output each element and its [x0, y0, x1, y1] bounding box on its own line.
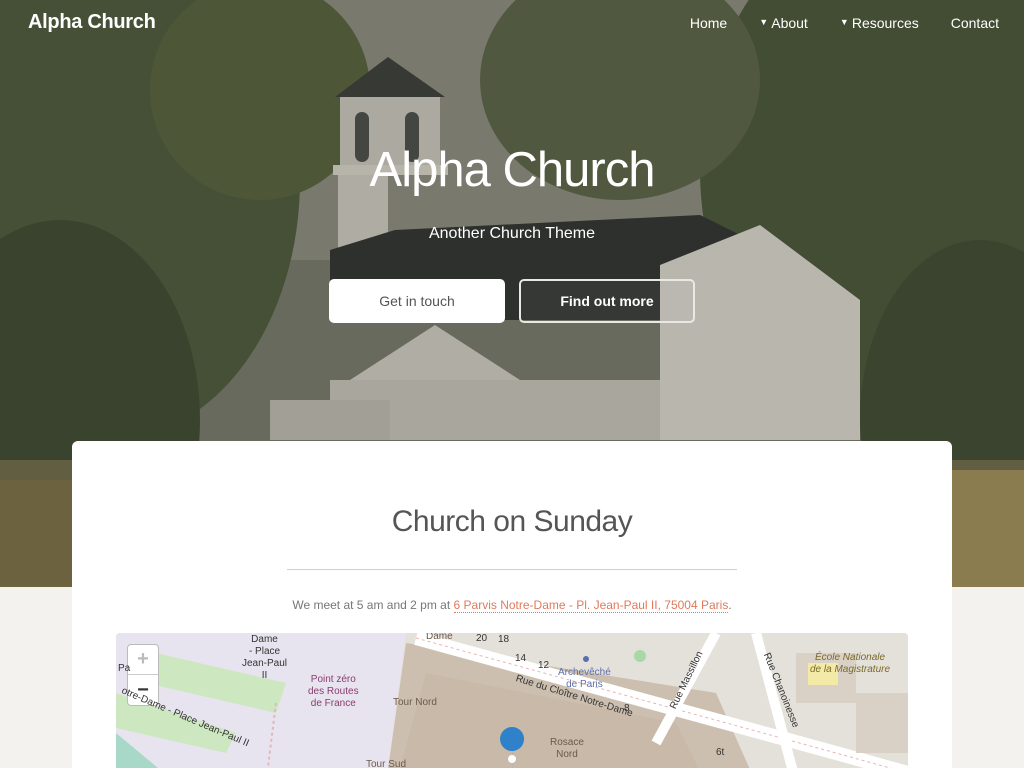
content-card: Church on Sunday We meet at 5 am and 2 p…: [72, 441, 952, 768]
zoom-in-button[interactable]: +: [128, 645, 158, 675]
nav-item-label: Resources: [851, 15, 919, 31]
map-label-line: - Place: [248, 646, 281, 657]
map-number: 18: [498, 634, 510, 645]
section-divider: [287, 569, 737, 570]
nav-item-home[interactable]: Home: [690, 15, 727, 31]
map-label-line: École Nationale: [815, 652, 886, 663]
map-label-line: Jean-Paul: [242, 658, 288, 669]
map-label-line: Archevêché: [558, 667, 611, 678]
find-out-more-button[interactable]: Find out more: [519, 279, 695, 323]
hero-title: Alpha Church: [369, 143, 656, 197]
map-number: 14: [515, 653, 527, 664]
map-label-line: de France: [310, 698, 356, 709]
nav-item-resources[interactable]: ▼ Resources: [840, 15, 919, 31]
chevron-down-icon: ▼: [839, 17, 849, 27]
map-number: Pa: [118, 663, 131, 674]
nav-item-contact[interactable]: Contact: [951, 15, 999, 31]
nav-item-label: Home: [689, 15, 728, 31]
map-number: 20: [476, 633, 488, 644]
meeting-info: We meet at 5 am and 2 pm at 6 Parvis Not…: [72, 598, 952, 613]
map-label: École Nationale de la Magistrature: [810, 652, 890, 676]
map-label-line: de la Magistrature: [810, 664, 891, 675]
nav-item-label: Contact: [950, 15, 999, 31]
map-label-line: Point zéro: [310, 674, 356, 685]
nav-item-label: About: [771, 15, 808, 31]
meeting-text-end: .: [728, 598, 732, 612]
site-brand[interactable]: Alpha Church: [28, 11, 156, 34]
map-label-line: Dame: [251, 634, 278, 645]
map-label: Rosace Nord: [550, 737, 584, 761]
nav-item-about[interactable]: ▼ About: [759, 15, 808, 31]
map-label-line: Nord: [556, 749, 578, 760]
map-label: Dame: [426, 633, 453, 642]
meeting-text: We meet at 5 am and 2 pm at: [292, 598, 454, 612]
map-label-line: Rosace: [550, 737, 584, 748]
map-label-line: des Routes: [308, 686, 359, 697]
map-label: Tour Nord: [393, 697, 437, 708]
map-label: Dame - Place Jean-Paul II: [242, 634, 287, 682]
get-in-touch-button[interactable]: Get in touch: [329, 279, 505, 323]
hero-subtitle: Another Church Theme: [428, 225, 595, 242]
map-label: Point zéro des Routes de France: [308, 674, 359, 710]
section-title: Church on Sunday: [391, 505, 633, 538]
map-number: 12: [538, 660, 550, 671]
main-nav: Home ▼ About ▼ Resources Contact: [658, 15, 999, 31]
location-map[interactable]: + − Dame - Place Jean-Paul II Point zéro…: [116, 633, 908, 768]
map-label: Tour Sud: [366, 759, 407, 768]
chevron-down-icon: ▼: [759, 17, 769, 27]
address-link[interactable]: 6 Parvis Notre-Dame - Pl. Jean-Paul II, …: [453, 598, 729, 613]
map-number: 6t: [716, 747, 725, 758]
map-label-line: II: [261, 670, 268, 681]
